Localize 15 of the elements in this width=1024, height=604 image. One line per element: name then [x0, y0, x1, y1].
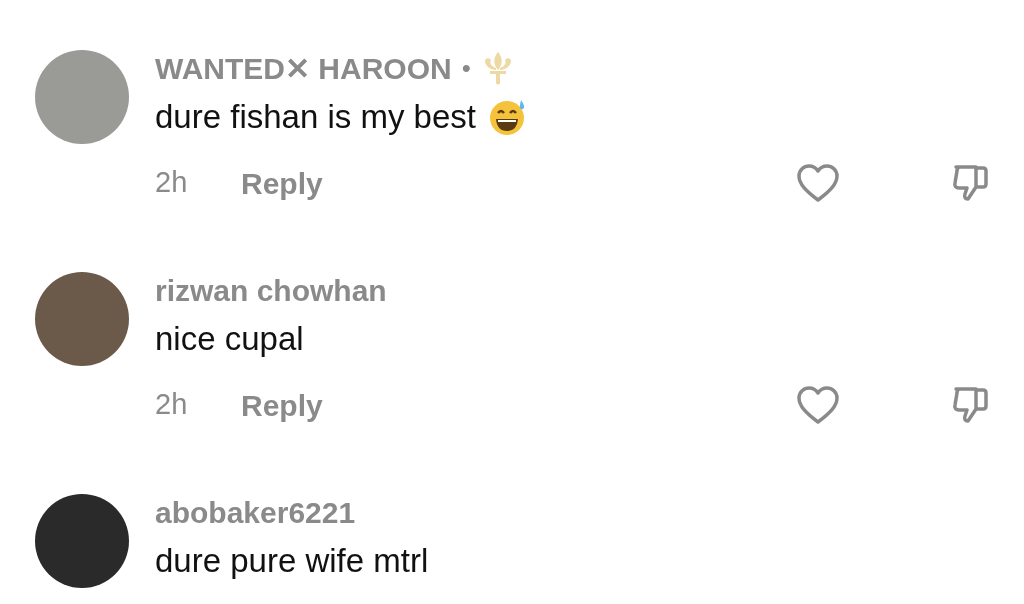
timestamp: 2h	[155, 387, 189, 423]
comment-text: nice cupal	[155, 319, 304, 360]
username[interactable]: WANTED✕ HAROON	[155, 45, 452, 91]
comment-text: dure fishan is my best	[155, 97, 476, 138]
username[interactable]: rizwan chowhan	[155, 267, 387, 313]
thumbs-down-icon[interactable]	[950, 385, 990, 425]
timestamp: 2h	[155, 165, 189, 201]
reply-link[interactable]: Reply	[241, 160, 323, 206]
heart-icon[interactable]	[796, 385, 840, 425]
reply-link[interactable]: Reply	[241, 382, 323, 428]
heart-icon[interactable]	[796, 163, 840, 203]
thumbs-down-icon[interactable]	[950, 163, 990, 203]
comment-text: dure pure wife mtrl	[155, 541, 429, 582]
separator-dot: •	[461, 51, 471, 85]
username[interactable]: abobaker6221	[155, 489, 356, 535]
